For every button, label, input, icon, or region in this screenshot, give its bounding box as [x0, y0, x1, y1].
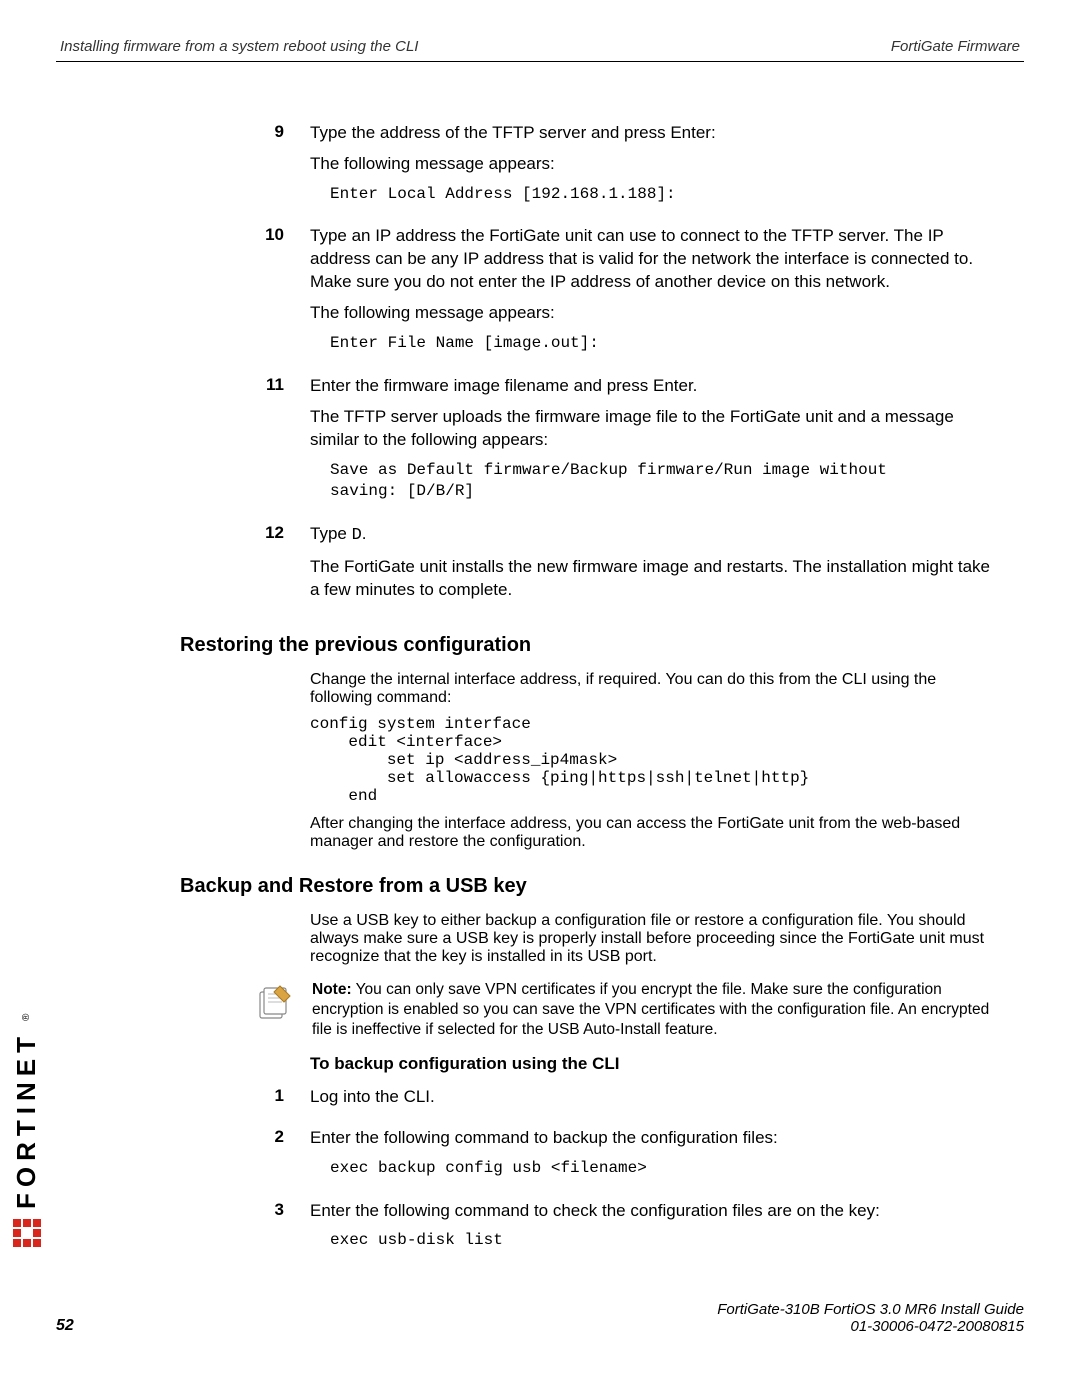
paragraph: Change the internal interface address, i… — [310, 671, 994, 707]
step-number: 12 — [180, 523, 310, 610]
step-number: 9 — [180, 122, 310, 215]
code-block: Save as Default firmware/Backup firmware… — [330, 460, 994, 503]
trademark-symbol: ® — [21, 1014, 32, 1021]
paragraph: Type an IP address the FortiGate unit ca… — [310, 225, 994, 294]
paragraph: The following message appears: — [310, 302, 994, 325]
inline-code: D — [352, 526, 362, 545]
step-9: 9 Type the address of the TFTP server an… — [180, 122, 994, 215]
step-body: Enter the following command to check the… — [310, 1200, 994, 1263]
paragraph: Type the address of the TFTP server and … — [310, 122, 994, 145]
step-body: Type the address of the TFTP server and … — [310, 122, 994, 215]
paragraph: Type D. — [310, 523, 994, 548]
code-block: exec usb-disk list — [330, 1230, 994, 1252]
paragraph: The TFTP server uploads the firmware ima… — [310, 406, 994, 452]
text: . — [362, 524, 367, 543]
step-number: 11 — [180, 375, 310, 513]
paragraph: Use a USB key to either backup a configu… — [310, 912, 994, 966]
footer-docid: 01-30006-0472-20080815 — [56, 1318, 1024, 1335]
usb-step-1: 1 Log into the CLI. — [180, 1086, 994, 1117]
paragraph: Enter the following command to backup th… — [310, 1127, 994, 1150]
logo-text: FORTINET — [11, 1031, 42, 1209]
paragraph: Log into the CLI. — [310, 1086, 994, 1109]
paragraph: Enter the following command to check the… — [310, 1200, 994, 1223]
step-number: 1 — [180, 1086, 310, 1117]
section-body: Change the internal interface address, i… — [310, 671, 994, 851]
section-body: Use a USB key to either backup a configu… — [310, 912, 994, 966]
footer-title: FortiGate-310B FortiOS 3.0 MR6 Install G… — [56, 1301, 1024, 1318]
step-10: 10 Type an IP address the FortiGate unit… — [180, 225, 994, 364]
header-rule — [56, 61, 1024, 62]
paragraph: The following message appears: — [310, 153, 994, 176]
sub-heading: To backup configuration using the CLI — [310, 1054, 994, 1074]
step-body: Enter the firmware image filename and pr… — [310, 375, 994, 513]
note-body: You can only save VPN certificates if yo… — [312, 981, 989, 1038]
section-heading-usb: Backup and Restore from a USB key — [180, 875, 994, 898]
step-number: 3 — [180, 1200, 310, 1263]
note-text: Note: You can only save VPN certificates… — [312, 980, 994, 1040]
section-heading-restoring: Restoring the previous configuration — [180, 634, 994, 657]
step-number: 2 — [180, 1127, 310, 1190]
paragraph: After changing the interface address, yo… — [310, 815, 994, 851]
code-block: Enter Local Address [192.168.1.188]: — [330, 184, 994, 206]
step-number: 10 — [180, 225, 310, 364]
code-block: exec backup config usb <filename> — [330, 1158, 994, 1180]
paragraph: The FortiGate unit installs the new firm… — [310, 556, 994, 602]
step-body: Log into the CLI. — [310, 1086, 994, 1117]
header-left: Installing firmware from a system reboot… — [60, 38, 418, 55]
step-body: Enter the following command to backup th… — [310, 1127, 994, 1190]
usb-step-3: 3 Enter the following command to check t… — [180, 1200, 994, 1263]
fortinet-logo: FORTINET ® — [11, 1014, 42, 1247]
logo-squares-icon — [13, 1219, 41, 1247]
step-12: 12 Type D. The FortiGate unit installs t… — [180, 523, 994, 610]
step-body: Type D. The FortiGate unit installs the … — [310, 523, 994, 610]
step-11: 11 Enter the firmware image filename and… — [180, 375, 994, 513]
code-block: config system interface edit <interface>… — [310, 715, 994, 805]
paragraph: Enter the firmware image filename and pr… — [310, 375, 994, 398]
note-icon — [254, 982, 298, 1027]
usb-step-2: 2 Enter the following command to backup … — [180, 1127, 994, 1190]
main-content: 9 Type the address of the TFTP server an… — [56, 122, 1024, 1262]
step-body: Type an IP address the FortiGate unit ca… — [310, 225, 994, 364]
header-right: FortiGate Firmware — [891, 38, 1020, 55]
footer: FortiGate-310B FortiOS 3.0 MR6 Install G… — [56, 1301, 1024, 1335]
page-header: Installing firmware from a system reboot… — [56, 38, 1024, 61]
text: Type — [310, 524, 352, 543]
note-block: Note: You can only save VPN certificates… — [254, 980, 994, 1040]
code-block: Enter File Name [image.out]: — [330, 333, 994, 355]
note-label: Note: — [312, 981, 352, 998]
document-page: Installing firmware from a system reboot… — [0, 0, 1080, 1397]
